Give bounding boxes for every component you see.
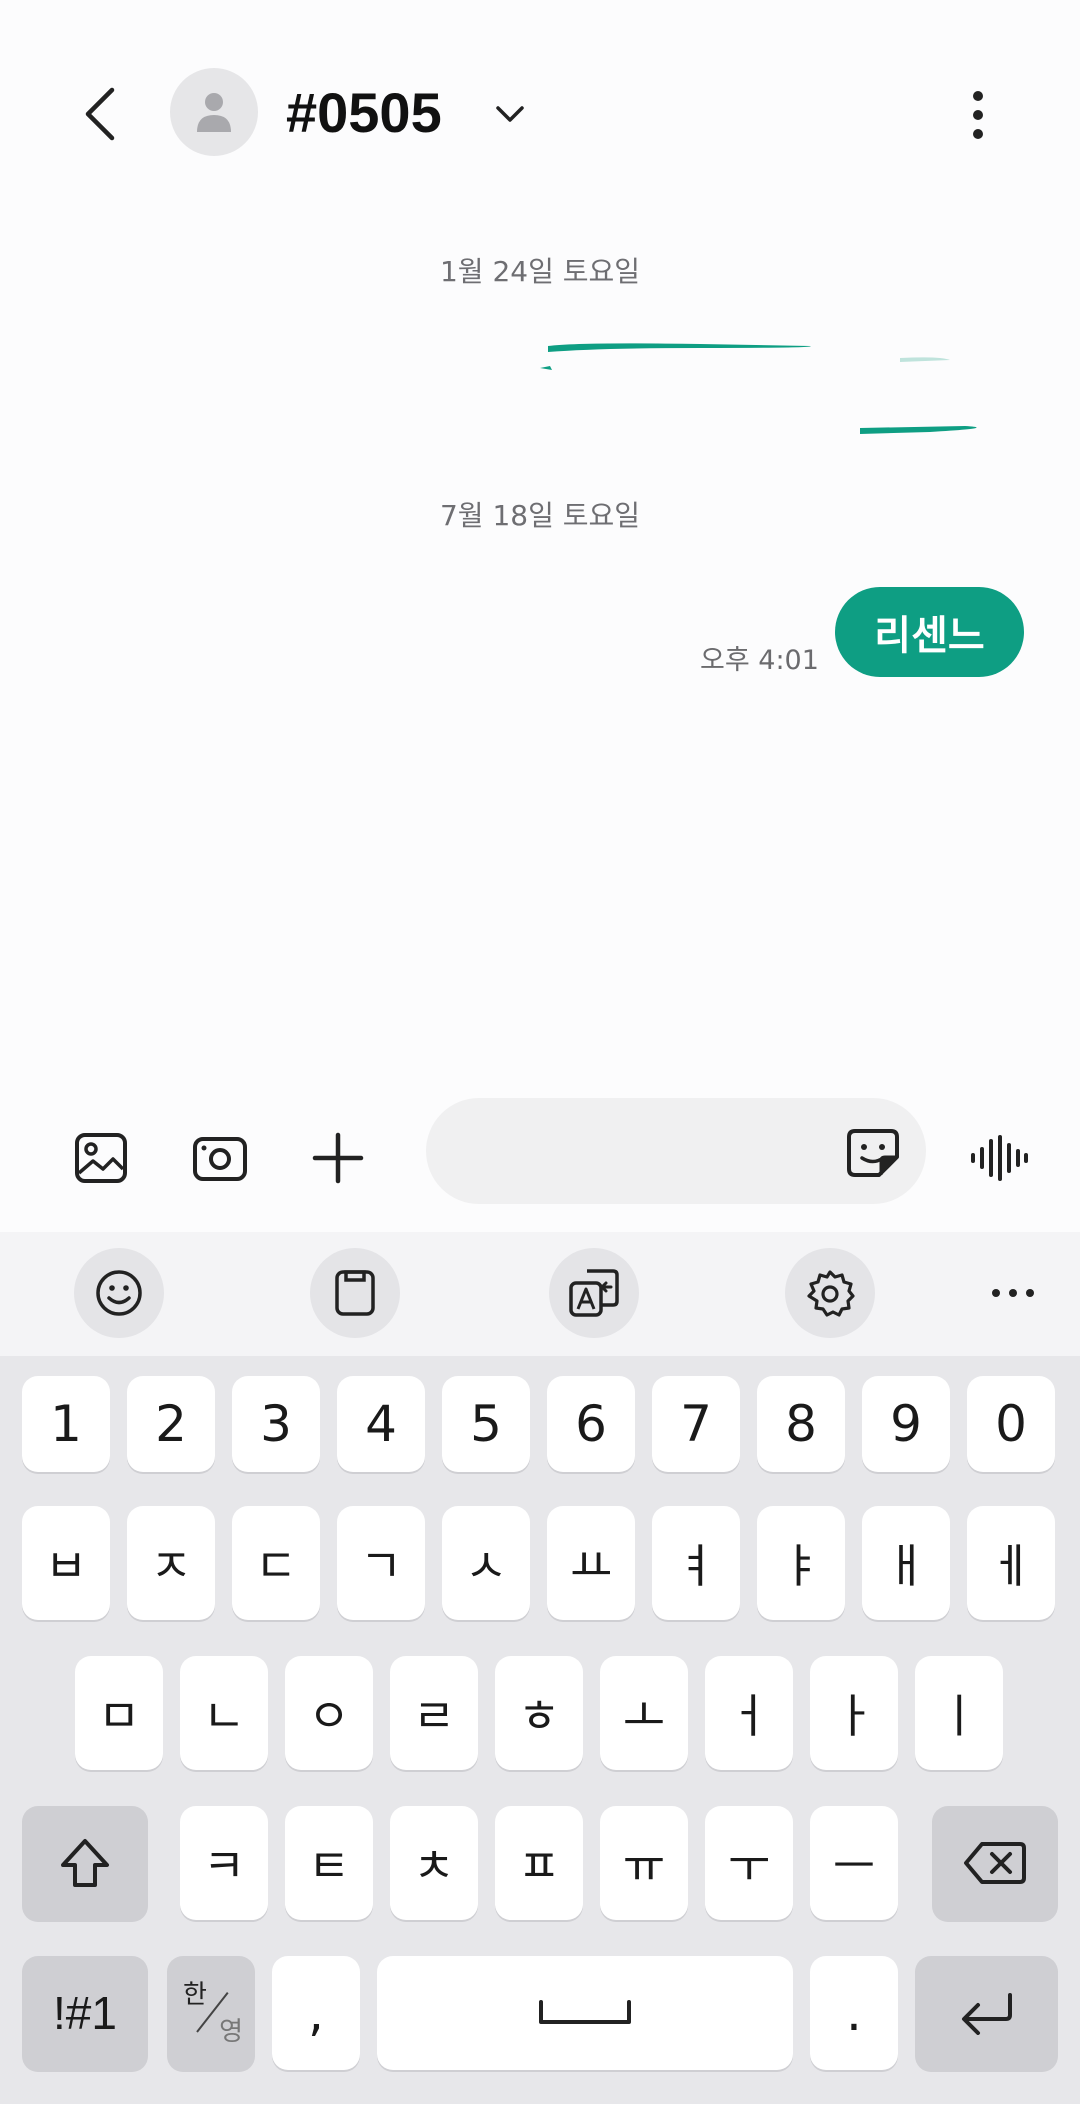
camera-button[interactable] [185,1123,255,1193]
backspace-key[interactable] [932,1806,1058,1920]
korean-keyboard: 1 2 3 4 5 6 7 8 9 0 ㅂ ㅈ ㄷ ㄱ ㅅ ㅛ ㅕ ㅑ ㅐ ㅔ … [0,1356,1080,2104]
sent-message-bubble[interactable]: 리센느 [835,587,1024,677]
lang-han-label: 한 [183,1980,207,2010]
key-7[interactable]: 7 [652,1376,740,1472]
key-1[interactable]: 1 [22,1376,110,1472]
shift-key[interactable] [22,1806,148,1920]
translate-icon [569,1269,619,1317]
voice-icon [971,1135,1028,1181]
camera-icon [193,1137,247,1181]
voice-record-button[interactable] [964,1123,1034,1193]
more-options-button[interactable] [948,80,1008,150]
back-button[interactable] [68,78,132,150]
key-hieut[interactable]: ㅎ [495,1656,583,1770]
gallery-button[interactable] [66,1123,136,1193]
key-kieuk[interactable]: ㅋ [180,1806,268,1920]
key-yo[interactable]: ㅛ [547,1506,635,1620]
settings-icon [807,1270,855,1317]
key-eu[interactable]: ㅡ [810,1806,898,1920]
key-eo[interactable]: ㅓ [705,1656,793,1770]
backspace-icon [964,1842,1026,1884]
space-key[interactable] [377,1956,793,2070]
key-0[interactable]: 0 [967,1376,1055,1472]
key-3[interactable]: 3 [232,1376,320,1472]
key-ieung[interactable]: ㅇ [285,1656,373,1770]
key-yeo[interactable]: ㅕ [652,1506,740,1620]
plus-icon [312,1132,364,1184]
key-2[interactable]: 2 [127,1376,215,1472]
key-o[interactable]: ㅗ [600,1656,688,1770]
comma-key[interactable]: , [272,1956,360,2070]
key-4[interactable]: 4 [337,1376,425,1472]
key-pieup[interactable]: ㅍ [495,1806,583,1920]
key-u[interactable]: ㅜ [705,1806,793,1920]
add-attachment-button[interactable] [303,1123,373,1193]
key-siot[interactable]: ㅅ [442,1506,530,1620]
emoji-icon [96,1270,142,1316]
key-tieut[interactable]: ㅌ [285,1806,373,1920]
key-a[interactable]: ㅏ [810,1656,898,1770]
sticker-icon [847,1129,899,1177]
conversation-header: #0505 [0,0,1080,230]
keyboard-more-button[interactable] [968,1248,1058,1338]
shift-icon [61,1839,109,1887]
key-rieul[interactable]: ㄹ [390,1656,478,1770]
key-e[interactable]: ㅔ [967,1506,1055,1620]
chevron-down-icon[interactable] [492,96,528,132]
key-ae[interactable]: ㅐ [862,1506,950,1620]
key-bieup[interactable]: ㅂ [22,1506,110,1620]
keyboard-settings-button[interactable] [785,1248,875,1338]
date-separator: 1월 24일 토요일 [439,255,641,288]
emoji-button[interactable] [74,1248,164,1338]
key-nieun[interactable]: ㄴ [180,1656,268,1770]
enter-key[interactable] [915,1956,1058,2070]
key-giyeok[interactable]: ㄱ [337,1506,425,1620]
key-9[interactable]: 9 [862,1376,950,1472]
key-i[interactable]: ㅣ [915,1656,1003,1770]
clipboard-button[interactable] [310,1248,400,1338]
language-switch-key[interactable]: 한 영 [167,1956,255,2070]
contact-title[interactable]: #0505 [286,78,442,148]
key-jieut[interactable]: ㅈ [127,1506,215,1620]
keyboard-toolbar [0,1232,1080,1356]
period-key[interactable]: . [810,1956,898,2070]
key-yu[interactable]: ㅠ [600,1806,688,1920]
date-separator: 7월 18일 토요일 [439,499,641,532]
message-timestamp: 오후 4:01 [700,645,819,676]
key-8[interactable]: 8 [757,1376,845,1472]
lang-yeong-label: 영 [219,2017,243,2047]
translate-button[interactable] [549,1248,639,1338]
key-chieut[interactable]: ㅊ [390,1806,478,1920]
clipboard-icon [335,1270,375,1316]
contact-avatar[interactable] [170,68,258,156]
key-mieum[interactable]: ㅁ [75,1656,163,1770]
person-icon [197,93,231,132]
key-digeut[interactable]: ㄷ [232,1506,320,1620]
gallery-icon [75,1133,127,1183]
enter-icon [961,1993,1012,2035]
compose-bar [0,1090,1080,1230]
space-icon [539,2000,631,2024]
key-5[interactable]: 5 [442,1376,530,1472]
back-arrow-icon [85,87,115,141]
redacted-message [540,343,977,434]
symbols-key[interactable]: !#1 [22,1956,148,2070]
more-vertical-icon [973,91,983,139]
more-horizontal-icon [992,1289,1034,1297]
sticker-button[interactable] [840,1120,906,1186]
key-ya[interactable]: ㅑ [757,1506,845,1620]
key-6[interactable]: 6 [547,1376,635,1472]
